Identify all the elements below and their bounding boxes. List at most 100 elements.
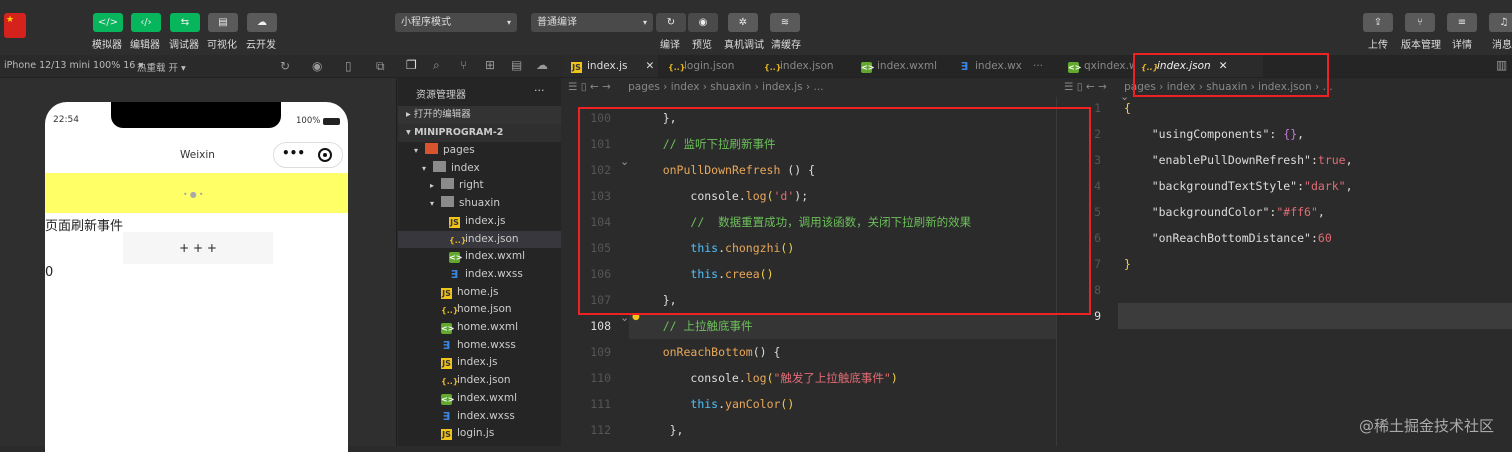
code-line[interactable]: 3 "enablePullDownRefresh":true,	[1058, 147, 1512, 173]
plus-button[interactable]: + + +	[123, 232, 273, 264]
toolbar-button-icon[interactable]: ‹/›	[131, 13, 161, 32]
fold-chevron-icon[interactable]: ⌄	[620, 155, 629, 168]
fold-chevron-icon[interactable]: ⌄	[620, 311, 629, 324]
clear-cache-label[interactable]: 清缓存	[771, 36, 801, 51]
phone-icon[interactable]: ▯	[345, 59, 352, 73]
toolbar-button-icon[interactable]: ▤	[208, 13, 238, 32]
code-line[interactable]: 110 console.log("触发了上拉触底事件")	[563, 365, 1056, 391]
version-label[interactable]: 版本管理	[1401, 36, 1441, 51]
code-line[interactable]: 2 "usingComponents": {},	[1058, 121, 1512, 147]
close-icon[interactable]: ✕	[645, 60, 654, 72]
tree-item[interactable]: ▸ right	[398, 177, 561, 195]
tab-index-wxml[interactable]: <> index.wxml	[853, 55, 948, 77]
code-line[interactable]: 5 "backgroundColor":"#ff6",	[1058, 199, 1512, 225]
tab-index-json[interactable]: {..}index.json	[756, 55, 851, 77]
toolbar-button-label[interactable]: 调试器	[169, 36, 199, 51]
more-icon[interactable]: •••	[282, 146, 305, 160]
lightbulb-icon[interactable]: ●	[632, 312, 640, 322]
git-icon[interactable]: ⑂	[460, 58, 467, 72]
close-icon[interactable]: ✕	[1219, 60, 1228, 72]
toolbar-button-icon[interactable]: ☁	[247, 13, 277, 32]
tree-item[interactable]: <> index.wxml	[398, 248, 561, 266]
version-icon[interactable]: ⑂	[1405, 13, 1435, 32]
tab-index-js[interactable]: JS index.js ✕	[563, 55, 658, 77]
layout-icon[interactable]: ▤	[511, 58, 522, 72]
search-icon[interactable]: ⌕	[433, 58, 440, 73]
details-label[interactable]: 详情	[1452, 36, 1472, 51]
toolbar-button-label[interactable]: 可视化	[207, 36, 237, 51]
avatar[interactable]: ★	[4, 13, 26, 38]
code-line[interactable]: 109 onReachBottom() {	[563, 339, 1056, 365]
record-icon[interactable]: ◉	[312, 59, 322, 73]
open-editors-section[interactable]: ▸ 打开的编辑器	[398, 106, 561, 124]
close-mini-icon[interactable]	[318, 148, 332, 162]
capsule-menu[interactable]: •••	[273, 142, 343, 168]
code-line[interactable]: 7}	[1058, 251, 1512, 277]
real-debug-label[interactable]: 真机调试	[724, 36, 764, 51]
tree-item[interactable]: {..}index.json	[398, 230, 561, 249]
tree-item[interactable]: JS login.js	[398, 425, 561, 443]
breadcrumb-path[interactable]: pages › index › shuaxin › index.js › ...	[628, 81, 823, 93]
tree-item[interactable]: JS index.js	[398, 213, 561, 231]
upload-icon[interactable]: ⇪	[1363, 13, 1393, 32]
toolbar-button-label[interactable]: 编辑器	[130, 36, 160, 51]
code-editor-right[interactable]: 1{2 "usingComponents": {}, 3 "enablePullD…	[1058, 90, 1512, 446]
compile-icon[interactable]: ↻	[656, 13, 686, 32]
tree-item[interactable]: ▾ pages	[398, 142, 561, 160]
code-line[interactable]: 105 this.chongzhi()	[563, 235, 1056, 261]
tree-item[interactable]: <> index.wxml	[398, 390, 561, 408]
tree-item[interactable]: JS home.js	[398, 284, 561, 302]
tree-item[interactable]: ∃ index.wxss	[398, 408, 561, 426]
fold-chevron-icon[interactable]: ⌄	[1120, 90, 1129, 103]
code-line[interactable]: 101 // 监听下拉刷新事件	[563, 131, 1056, 157]
cache-icon[interactable]: ≋	[770, 13, 800, 32]
details-icon[interactable]: ≡	[1447, 13, 1477, 32]
code-line[interactable]: 8	[1058, 277, 1512, 303]
code-line[interactable]: 9	[1058, 303, 1512, 329]
tree-item[interactable]: {..}home.json	[398, 301, 561, 319]
compile-select[interactable]: 普通编译	[531, 13, 653, 32]
split-editor-icon[interactable]: ▥	[1496, 58, 1507, 72]
preview-icon[interactable]: ◉	[688, 13, 718, 32]
files-icon[interactable]: ❐	[406, 58, 417, 72]
refresh-icon[interactable]: ↻	[280, 59, 290, 73]
messages-label[interactable]: 消息	[1492, 36, 1512, 51]
code-line[interactable]: 104 // 数据重置成功，调用该函数，关闭下拉刷新的效果	[563, 209, 1056, 235]
tab-right-index-json[interactable]: {..}index.json ✕	[1133, 55, 1263, 77]
window-icon[interactable]: ⧉	[376, 59, 385, 74]
code-line[interactable]: 4 "backgroundTextStyle":"dark",	[1058, 173, 1512, 199]
code-line[interactable]: 6 "onReachBottomDistance":60	[1058, 225, 1512, 251]
toolbar-button-label[interactable]: 模拟器	[92, 36, 122, 51]
code-line[interactable]: 107 },	[563, 287, 1056, 313]
toolbar-button-icon[interactable]: ⇆	[170, 13, 200, 32]
breadcrumb-path[interactable]: pages › index › shuaxin › index.json › .…	[1124, 81, 1332, 93]
tree-item[interactable]: JS index.js	[398, 354, 561, 372]
explorer-more-button[interactable]: ···	[534, 84, 545, 97]
toolbar-button-label[interactable]: 云开发	[246, 36, 276, 51]
docker-icon[interactable]: ☁	[536, 58, 548, 72]
debug-icon[interactable]: ✲	[728, 13, 758, 32]
tabs-more-button[interactable]: ···	[1025, 55, 1043, 77]
toolbar-button-icon[interactable]: </>	[93, 13, 123, 32]
code-line[interactable]: 102 onPullDownRefresh () {	[563, 157, 1056, 183]
mode-select[interactable]: 小程序模式	[395, 13, 517, 32]
extensions-icon[interactable]: ⊞	[485, 58, 495, 72]
tab-right-qxindex-wxml[interactable]: <> qxindex.wxml	[1060, 55, 1157, 77]
code-line[interactable]: 106 this.creea()	[563, 261, 1056, 287]
code-line[interactable]: 100 },	[563, 105, 1056, 131]
compile-label[interactable]: 编译	[660, 36, 680, 51]
tree-item[interactable]: {..}index.json	[398, 372, 561, 390]
project-section[interactable]: ▾ MINIPROGRAM-2	[398, 124, 561, 142]
tab-login-json[interactable]: {..}login.json	[660, 55, 755, 77]
upload-label[interactable]: 上传	[1368, 36, 1388, 51]
tree-item[interactable]: <> home.wxml	[398, 319, 561, 337]
code-line[interactable]: 112 },	[563, 417, 1056, 443]
code-line[interactable]: 103 console.log('d');	[563, 183, 1056, 209]
hot-reload-toggle[interactable]: 热重载 开 ▾	[137, 60, 186, 74]
tree-item[interactable]: ∃ home.wxss	[398, 337, 561, 355]
device-select[interactable]: iPhone 12/13 mini 100% 16 ▾	[4, 60, 143, 71]
code-line[interactable]: 111 this.yanColor()	[563, 391, 1056, 417]
preview-label[interactable]: 预览	[692, 36, 712, 51]
bell-icon[interactable]: ♫	[1489, 13, 1512, 32]
tree-item[interactable]: ∃ index.wxss	[398, 266, 561, 284]
